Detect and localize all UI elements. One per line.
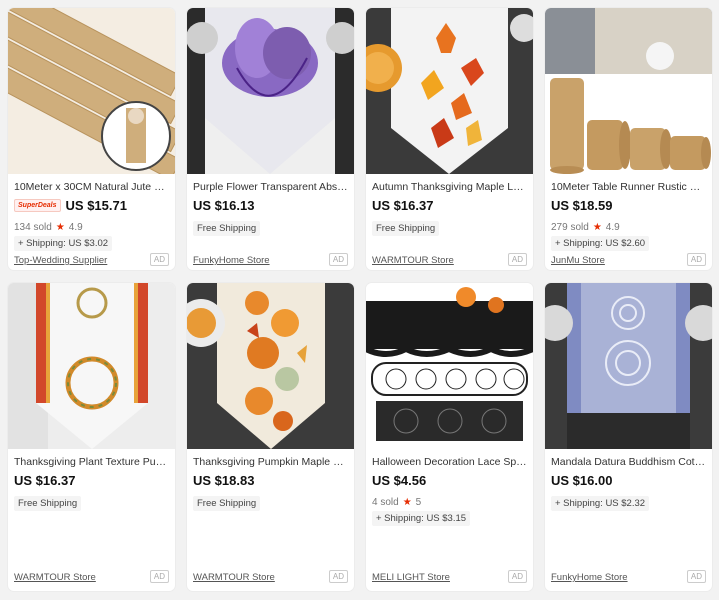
product-price: US $16.00 xyxy=(551,473,613,488)
product-card[interactable]: Mandala Datura Buddhism Cotton... US $16… xyxy=(545,283,712,591)
sold-rating-row: 279 sold ★ 4.9 xyxy=(551,222,706,233)
product-price: US $18.59 xyxy=(551,198,613,213)
price-row: US $16.37 xyxy=(14,473,169,488)
shipping-info: Free Shipping xyxy=(193,496,261,511)
product-grid: 10Meter x 30CM Natural Jute Hess... Supe… xyxy=(0,0,719,600)
star-icon: ★ xyxy=(402,497,412,508)
price-row: US $16.37 xyxy=(372,198,527,213)
shipping-info: + Shipping: US $2.32 xyxy=(551,496,650,511)
shipping-info: Free Shipping xyxy=(193,221,261,236)
ad-badge: AD xyxy=(507,253,527,266)
product-image[interactable] xyxy=(8,283,175,449)
rating-value: 4.9 xyxy=(68,222,83,233)
product-title[interactable]: Autumn Thanksgiving Maple Leaf ... xyxy=(372,181,527,193)
shipping-info: + Shipping: US $3.15 xyxy=(372,511,471,526)
product-title[interactable]: Mandala Datura Buddhism Cotton... xyxy=(551,456,706,468)
ad-badge: AD xyxy=(149,253,169,266)
ad-badge: AD xyxy=(686,570,706,583)
store-link[interactable]: FunkyHome Store xyxy=(551,572,628,583)
store-link[interactable]: WARMTOUR Store xyxy=(14,572,96,583)
product-image[interactable] xyxy=(187,8,354,174)
product-price: US $16.13 xyxy=(193,198,255,213)
store-link[interactable]: WARMTOUR Store xyxy=(193,572,275,583)
rating-value: 5 xyxy=(415,497,422,508)
ad-badge: AD xyxy=(149,570,169,583)
ad-badge: AD xyxy=(328,570,348,583)
sold-count: 279 sold xyxy=(551,222,589,233)
price-row: US $18.83 xyxy=(193,473,348,488)
sold-rating-row: 134 sold ★ 4.9 xyxy=(14,222,169,233)
rating-value: 4.9 xyxy=(605,222,620,233)
ad-badge: AD xyxy=(507,570,527,583)
product-image[interactable] xyxy=(187,283,354,449)
sold-count: 134 sold xyxy=(14,222,52,233)
product-price: US $18.83 xyxy=(193,473,255,488)
star-icon: ★ xyxy=(55,222,65,233)
product-card[interactable]: 10Meter Table Runner Rustic Ribb... US $… xyxy=(545,8,712,270)
product-title[interactable]: Halloween Decoration Lace Spider... xyxy=(372,456,527,468)
product-card[interactable]: Thanksgiving Pumpkin Maple Leaf ... US $… xyxy=(187,283,354,591)
product-title[interactable]: 10Meter x 30CM Natural Jute Hess... xyxy=(14,181,169,193)
product-card[interactable]: Halloween Decoration Lace Spider... US $… xyxy=(366,283,533,591)
price-row: US $16.00 xyxy=(551,473,706,488)
ad-badge: AD xyxy=(328,253,348,266)
price-row: US $4.56 xyxy=(372,473,527,488)
ad-badge: AD xyxy=(686,253,706,266)
store-link[interactable]: MELI LIGHT Store xyxy=(372,572,450,583)
star-icon: ★ xyxy=(592,222,602,233)
sold-count: 4 sold xyxy=(372,497,399,508)
price-row: SuperDeals US $15.71 xyxy=(14,198,169,213)
store-link[interactable]: FunkyHome Store xyxy=(193,255,270,266)
product-card[interactable]: Thanksgiving Plant Texture Pumpk... US $… xyxy=(8,283,175,591)
product-image[interactable] xyxy=(366,283,533,449)
product-image[interactable] xyxy=(366,8,533,174)
store-link[interactable]: JunMu Store xyxy=(551,255,605,266)
product-title[interactable]: Thanksgiving Pumpkin Maple Leaf ... xyxy=(193,456,348,468)
shipping-info: Free Shipping xyxy=(14,496,82,511)
store-link[interactable]: Top-Wedding Supplier xyxy=(14,255,107,266)
product-card[interactable]: Purple Flower Transparent Abstrac... US … xyxy=(187,8,354,270)
product-card[interactable]: Autumn Thanksgiving Maple Leaf ... US $1… xyxy=(366,8,533,270)
product-title[interactable]: Thanksgiving Plant Texture Pumpk... xyxy=(14,456,169,468)
shipping-info: + Shipping: US $2.60 xyxy=(551,236,650,251)
price-row: US $18.59 xyxy=(551,198,706,213)
product-image[interactable] xyxy=(8,8,175,174)
product-image[interactable] xyxy=(545,283,712,449)
product-title[interactable]: 10Meter Table Runner Rustic Ribb... xyxy=(551,181,706,193)
product-image[interactable] xyxy=(545,8,712,174)
product-price: US $15.71 xyxy=(65,198,127,213)
sold-rating-row: 4 sold ★ 5 xyxy=(372,497,527,508)
product-title[interactable]: Purple Flower Transparent Abstrac... xyxy=(193,181,348,193)
product-price: US $16.37 xyxy=(14,473,76,488)
store-link[interactable]: WARMTOUR Store xyxy=(372,255,454,266)
shipping-info: Free Shipping xyxy=(372,221,440,236)
price-row: US $16.13 xyxy=(193,198,348,213)
product-card[interactable]: 10Meter x 30CM Natural Jute Hess... Supe… xyxy=(8,8,175,270)
superdeals-badge: SuperDeals xyxy=(14,199,61,212)
product-price: US $4.56 xyxy=(372,473,427,488)
product-price: US $16.37 xyxy=(372,198,434,213)
shipping-info: + Shipping: US $3.02 xyxy=(14,236,113,251)
